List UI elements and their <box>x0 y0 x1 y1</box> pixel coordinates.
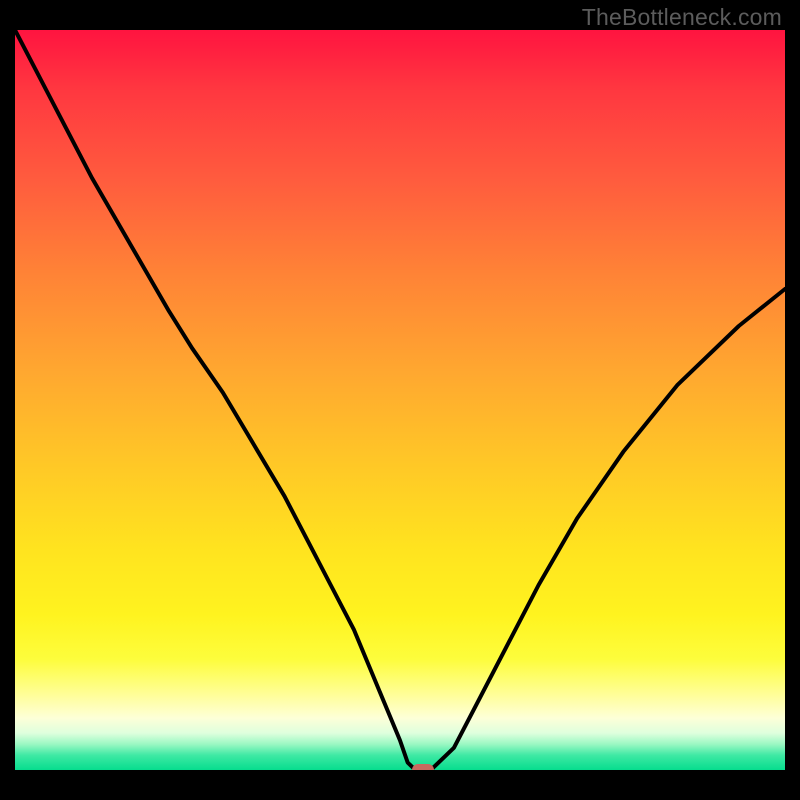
watermark-text: TheBottleneck.com <box>582 4 782 31</box>
bottleneck-curve <box>15 30 785 770</box>
chart-frame: TheBottleneck.com <box>0 0 800 800</box>
bottom-frame-bar <box>0 770 800 800</box>
